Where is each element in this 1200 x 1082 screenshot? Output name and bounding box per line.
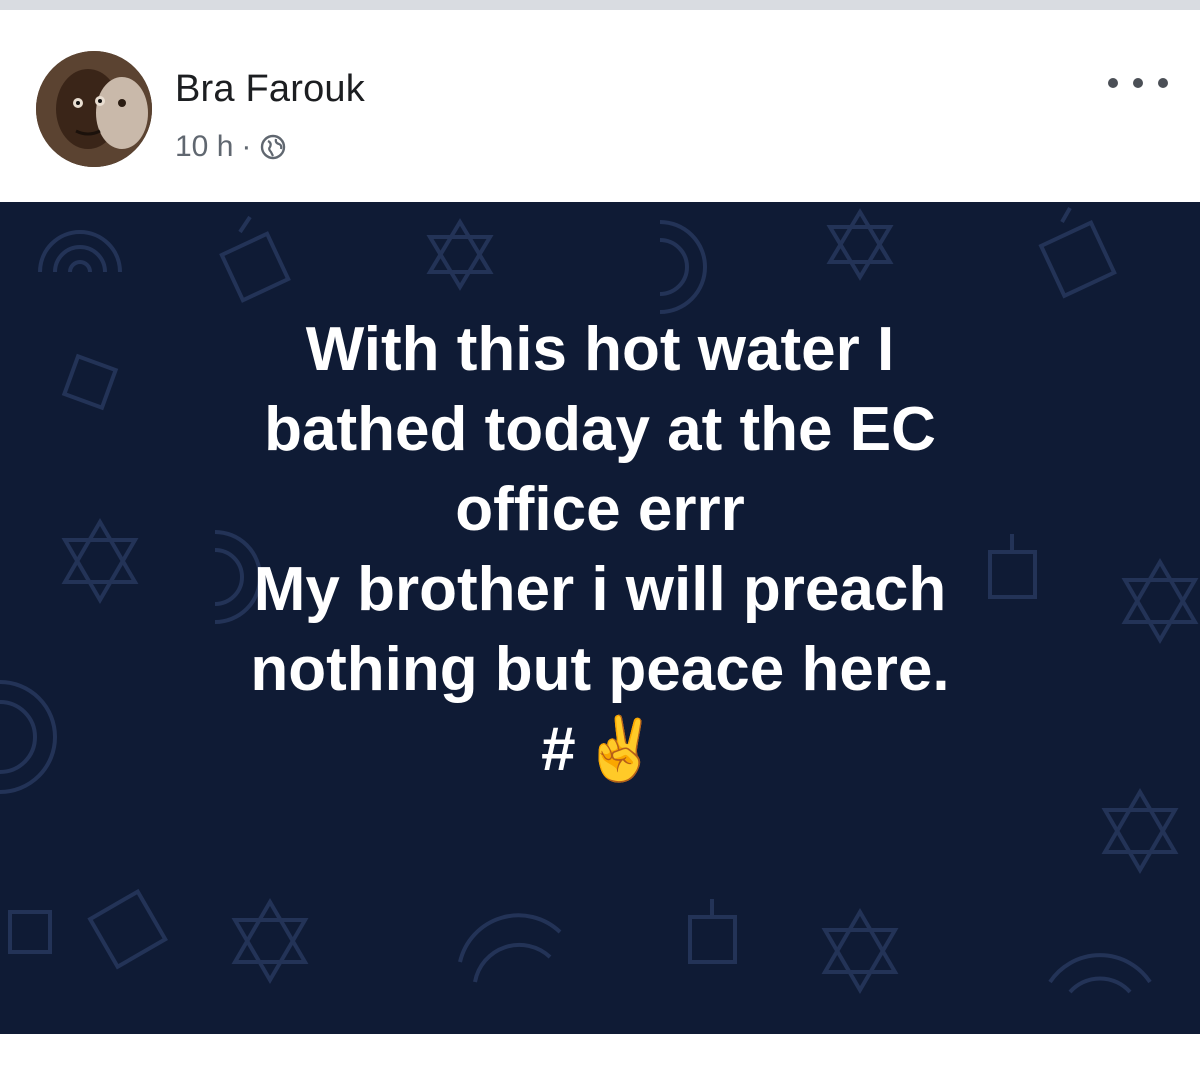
star-of-david-icon xyxy=(231,898,309,984)
post-meta: 10 h · xyxy=(175,130,287,164)
menorah-icon xyxy=(458,913,562,983)
star-of-david-icon xyxy=(1101,788,1179,874)
author-avatar[interactable] xyxy=(36,51,152,167)
post-text-line: With this hot water I xyxy=(305,315,895,384)
dreidel-icon xyxy=(219,215,291,303)
dreidel-icon xyxy=(1038,207,1117,299)
star-of-david-icon xyxy=(826,208,894,281)
more-options-icon-dot xyxy=(1108,78,1118,88)
post-footer xyxy=(0,1034,1200,1082)
globe-icon[interactable] xyxy=(259,133,287,161)
dreidel-icon xyxy=(8,910,52,954)
more-options-icon-dot xyxy=(1158,78,1168,88)
post-text-line: bathed today at the EC xyxy=(264,395,936,464)
hashtag-symbol[interactable]: # xyxy=(541,710,575,790)
dreidel-icon xyxy=(688,899,737,964)
meta-separator: · xyxy=(241,130,252,163)
more-options-button[interactable] xyxy=(1108,68,1168,98)
star-of-david-icon xyxy=(426,218,494,291)
hashtag-line: # ✌️ xyxy=(0,710,1200,790)
post-text-line: nothing but peace here. xyxy=(250,635,950,704)
star-of-david-icon xyxy=(821,908,899,994)
menorah-icon xyxy=(659,220,707,314)
avatar-photo-icon xyxy=(36,51,152,167)
author-name[interactable]: Bra Farouk xyxy=(175,68,365,111)
menorah-icon xyxy=(1048,953,1152,994)
more-options-icon-dot xyxy=(1133,78,1143,88)
post-text-line: office errr xyxy=(455,475,745,544)
top-divider xyxy=(0,0,1200,10)
facebook-post: Bra Farouk 10 h · With this hot water I … xyxy=(0,10,1200,1082)
post-header: Bra Farouk 10 h · xyxy=(0,10,1200,200)
post-background-banner[interactable]: With this hot water I bathed today at th… xyxy=(0,202,1200,1034)
menorah-icon xyxy=(38,230,122,273)
post-message: With this hot water I bathed today at th… xyxy=(0,310,1200,790)
dreidel-icon xyxy=(87,888,168,970)
victory-hand-emoji: ✌️ xyxy=(581,715,659,784)
post-timestamp[interactable]: 10 h xyxy=(175,130,233,164)
post-text-line: My brother i will preach xyxy=(253,555,947,624)
